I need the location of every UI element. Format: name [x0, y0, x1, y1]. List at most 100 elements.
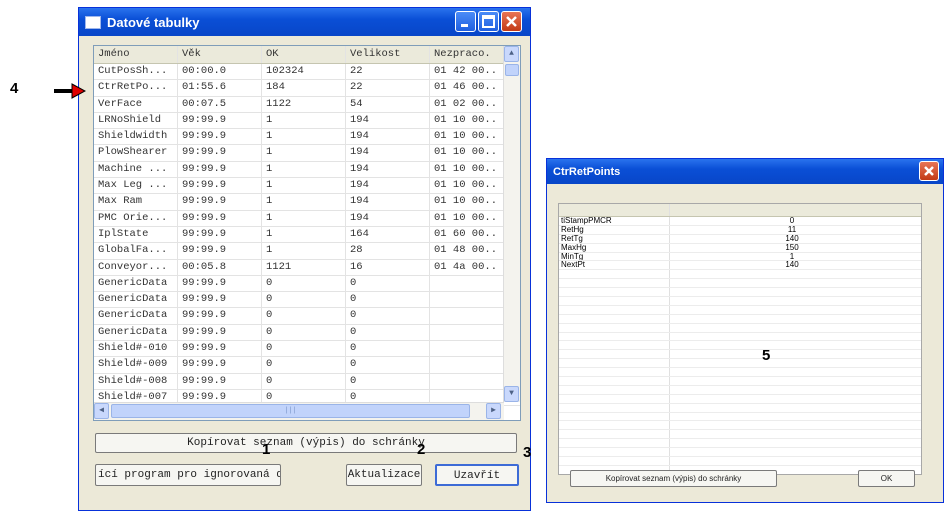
scroll-left-icon[interactable]: ◀ [94, 403, 109, 419]
table-row[interactable]: IplState 99:99.9 1 164 01 60 00.. [94, 226, 520, 244]
cell-name: Max Leg ... [94, 178, 178, 194]
table-row[interactable]: Max Leg ... 99:99.9 1 194 01 10 00.. [94, 178, 520, 195]
cell-name: GenericData [94, 308, 178, 324]
close-icon[interactable] [919, 161, 939, 181]
detail-table-row[interactable] [559, 439, 921, 449]
table-row[interactable]: VerFace 00:07.5 1122 54 01 02 00.. [94, 96, 520, 113]
table-row[interactable]: CutPosSh... 00:00.0 102324 22 01 42 00.. [94, 64, 520, 81]
detail-table-row[interactable] [559, 430, 921, 440]
detail-table-row[interactable] [559, 297, 921, 306]
table-row[interactable]: Shield#-010 99:99.9 0 0 [94, 341, 520, 358]
table-row[interactable]: CtrRetPo... 01:55.6 184 22 01 46 00.. [94, 80, 520, 97]
detail-table-row[interactable]: NextPt 140 [559, 261, 921, 271]
table-row[interactable]: PlowShearer 99:99.9 1 194 01 10 00.. [94, 145, 520, 162]
table-row[interactable]: Conveyor... 00:05.8 1121 16 01 4a 00.. [94, 259, 520, 276]
table-row[interactable]: Shield#-009 99:99.9 0 0 [94, 357, 520, 374]
detail-copy-button[interactable]: Kopírovat seznam (výpis) do schránky [570, 470, 777, 487]
detail-table-row[interactable] [559, 368, 921, 378]
column-header-ok[interactable]: OK [262, 46, 346, 63]
detail-table-header [559, 204, 921, 217]
scrollbar-thumb[interactable] [505, 64, 519, 76]
minimize-icon[interactable] [455, 11, 476, 32]
cell-ok: 0 [262, 341, 346, 357]
cell-name: GlobalFa... [94, 243, 178, 259]
detail-table-row[interactable] [559, 377, 921, 386]
cell-name: PMC Orie... [94, 210, 178, 226]
cell-name: GenericData [94, 275, 178, 292]
horizontal-scrollbar-thumb[interactable]: ||| [111, 404, 470, 418]
cell-size: 0 [346, 341, 430, 357]
detail-table-row[interactable] [559, 323, 921, 333]
detail-table-row[interactable] [559, 288, 921, 298]
detail-table-row[interactable] [559, 448, 921, 458]
detail-table-row[interactable] [559, 394, 921, 404]
detail-table-row[interactable] [559, 403, 921, 413]
close-icon[interactable] [501, 11, 522, 32]
column-header-size[interactable]: Velikost [346, 46, 430, 63]
table-row[interactable]: GenericData 99:99.9 0 0 [94, 324, 520, 342]
detail-window: CtrRetPoints tiStampPMCR 0 RetHg 11 RetTg 140… [546, 158, 944, 503]
detail-table-row[interactable] [559, 332, 921, 342]
title-bar[interactable]: Datové tabulky [79, 8, 530, 36]
cell-unprocessed: 01 10 00.. [430, 194, 504, 210]
table-row[interactable]: Shield#-008 99:99.9 0 0 [94, 373, 520, 390]
detail-table-row[interactable] [559, 421, 921, 431]
cell-age: 99:99.9 [178, 308, 262, 324]
detail-table-row[interactable] [559, 412, 921, 422]
detail-cell-key: MaxHg [559, 243, 670, 252]
table-row[interactable]: Machine ... 99:99.9 1 194 01 10 00.. [94, 161, 520, 179]
cell-name: Shield#-009 [94, 357, 178, 373]
scroll-down-icon[interactable]: ▼ [504, 386, 519, 402]
column-header-name[interactable]: Jméno [94, 46, 178, 63]
detail-cell-key [559, 457, 670, 465]
ignore-program-button[interactable]: ící program pro ignorovaná d [95, 464, 281, 486]
detail-cell-value [670, 279, 914, 287]
detail-table-row[interactable] [559, 270, 921, 280]
ok-button[interactable]: OK [858, 470, 915, 487]
detail-cell-key: NextPt [559, 261, 670, 270]
detail-table-row[interactable]: RetHg 11 [559, 225, 921, 235]
detail-table-row[interactable] [559, 341, 921, 351]
detail-table-row[interactable] [559, 305, 921, 315]
detail-cell-value: 11 [787, 225, 797, 234]
table-row[interactable]: Shieldwidth 99:99.9 1 194 01 10 00.. [94, 129, 520, 146]
close-button[interactable]: Uzavřít [435, 464, 519, 486]
detail-cell-value [670, 359, 914, 367]
refresh-button[interactable]: Aktualizace [346, 464, 422, 486]
detail-cell-key [559, 332, 670, 341]
detail-title-bar[interactable]: CtrRetPoints [547, 159, 943, 184]
detail-cell-key [559, 323, 670, 332]
table-row[interactable]: PMC Orie... 99:99.9 1 194 01 10 00.. [94, 210, 520, 227]
table-row[interactable]: LRNoShield 99:99.9 1 194 01 10 00.. [94, 112, 520, 130]
table-row[interactable]: GenericData 99:99.9 0 0 [94, 292, 520, 309]
detail-table[interactable]: tiStampPMCR 0 RetHg 11 RetTg 140 MaxHg 150 MinTg… [558, 203, 922, 475]
detail-table-row[interactable]: RetTg 140 [559, 234, 921, 244]
maximize-icon[interactable] [478, 11, 499, 32]
detail-table-row[interactable]: MaxHg 150 [559, 243, 921, 253]
detail-table-row[interactable]: MinTg 1 [559, 252, 921, 262]
detail-cell-value [670, 421, 914, 429]
detail-table-row[interactable] [559, 457, 921, 466]
table-row[interactable]: GenericData 99:99.9 0 0 [94, 308, 520, 325]
table-row[interactable]: GlobalFa... 99:99.9 1 28 01 48 00.. [94, 243, 520, 260]
table-row[interactable]: GenericData 99:99.9 0 0 [94, 275, 520, 293]
detail-table-row[interactable] [559, 359, 921, 369]
scroll-right-icon[interactable]: ▶ [486, 403, 501, 419]
vertical-scrollbar[interactable]: ▲ ▼ [503, 46, 520, 402]
cell-unprocessed: 01 4a 00.. [430, 259, 504, 275]
horizontal-scrollbar[interactable]: ◀ ||| ▶ [94, 402, 504, 420]
cell-size: 194 [346, 178, 430, 194]
detail-table-row[interactable] [559, 350, 921, 360]
detail-table-row[interactable]: tiStampPMCR 0 [559, 217, 921, 226]
cell-name: Conveyor... [94, 259, 178, 275]
detail-table-row[interactable] [559, 314, 921, 324]
cell-age: 99:99.9 [178, 161, 262, 178]
column-header-age[interactable]: Věk [178, 46, 262, 63]
table-row[interactable]: Max Ram 99:99.9 1 194 01 10 00.. [94, 194, 520, 211]
detail-table-row[interactable] [559, 279, 921, 289]
data-table[interactable]: Jméno Věk OK Velikost Nezpraco. CutPosSh… [93, 45, 521, 421]
scroll-up-icon[interactable]: ▲ [504, 46, 519, 62]
detail-table-row[interactable] [559, 385, 921, 395]
column-header-unprocessed[interactable]: Nezpraco. [430, 46, 504, 63]
copy-list-button[interactable]: Kopírovat seznam (výpis) do schránky [95, 433, 517, 453]
